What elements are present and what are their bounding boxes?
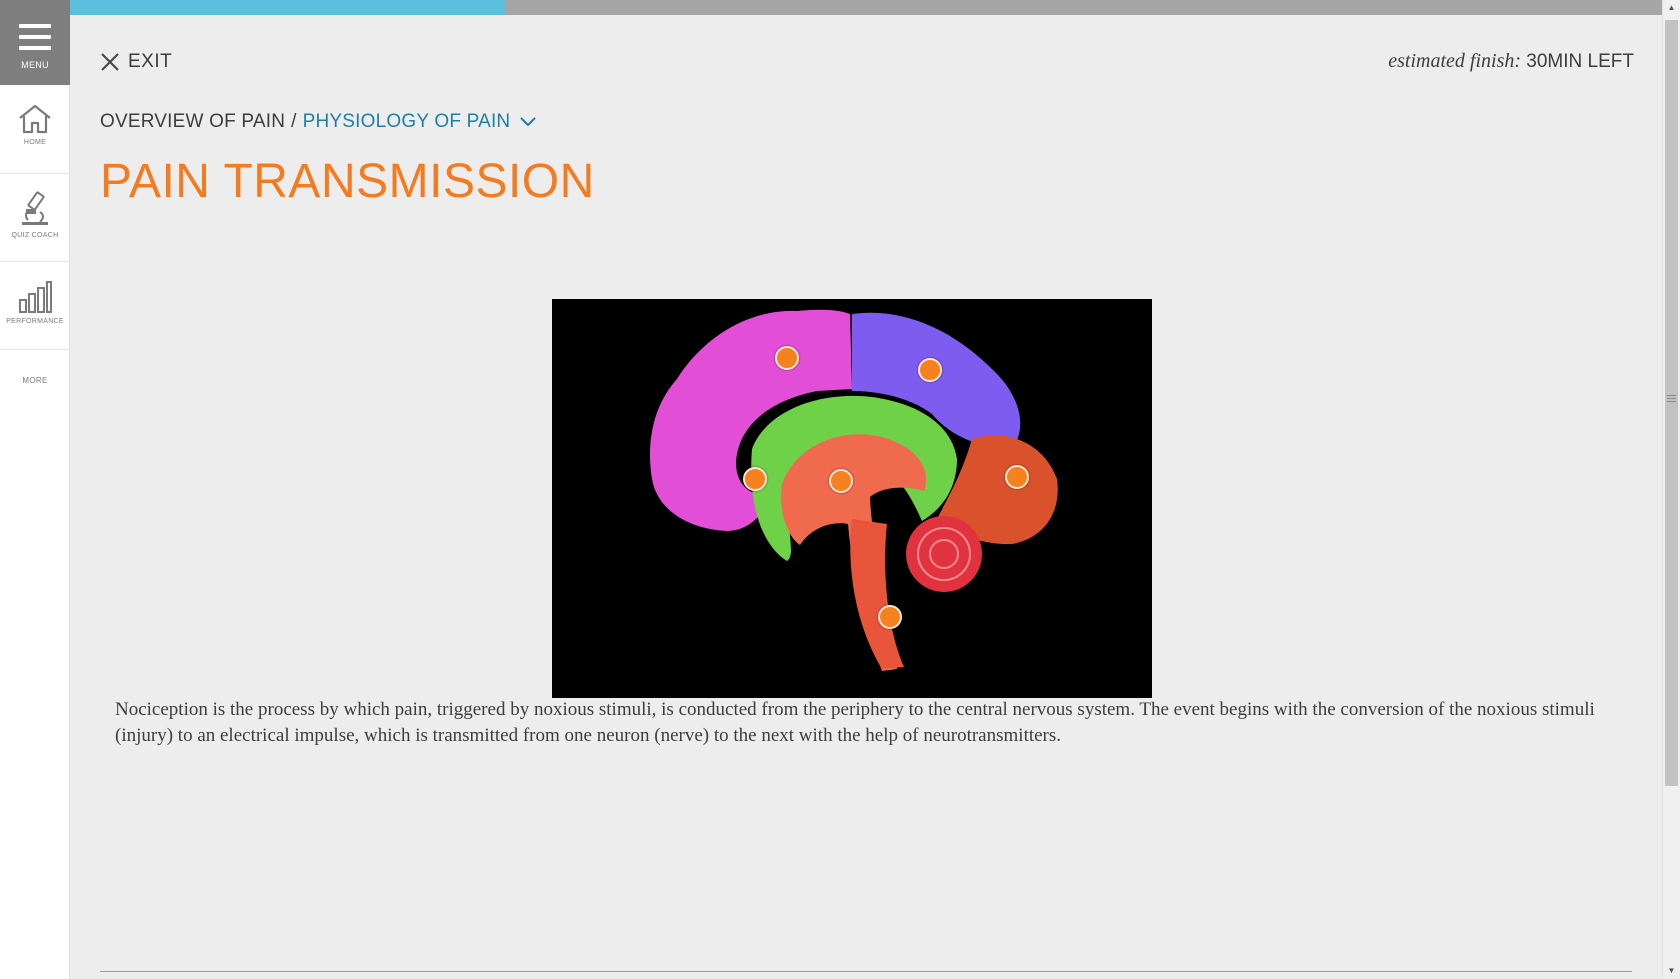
menu-button[interactable]: MENU [0,0,70,85]
hotspot-brainstem[interactable] [878,605,902,629]
breadcrumb-current[interactable]: PHYSIOLOGY OF PAIN [303,111,511,133]
microscope-icon [22,191,48,225]
divider [100,971,1632,972]
sidebar-item-label: HOME [23,139,47,146]
sidebar-item-label: MORE [22,376,48,385]
sidebar-item-label: PERFORMANCE [6,318,64,325]
exit-label: EXIT [128,51,173,72]
scroll-up-arrow-icon[interactable]: ▲ [1663,0,1680,16]
scrollbar[interactable]: ▲ ▼ [1662,0,1680,979]
sidebar-item-home[interactable]: HOME [0,85,70,174]
estimated-finish: estimated finish: 30MIN LEFT [1388,50,1634,73]
page-title: PAIN TRANSMISSION [100,155,595,208]
chevron-down-icon[interactable] [520,117,537,127]
hotspot-limbic[interactable] [743,467,767,491]
brain-figure [552,299,1152,698]
close-icon [101,53,119,71]
hotspot-frontal[interactable] [775,346,799,370]
exit-button[interactable]: EXIT [100,50,172,74]
scroll-down-arrow-icon[interactable]: ▼ [1663,963,1680,979]
menu-label: MENU [21,60,49,70]
progress-fill [70,0,505,15]
breadcrumb: OVERVIEW OF PAIN / PHYSIOLOGY OF PAIN [100,111,537,133]
body-paragraph: Nociception is the process by which pain… [115,699,1595,746]
breadcrumb-parent[interactable]: OVERVIEW OF PAIN [100,111,285,133]
sidebar-item-quiz-coach[interactable]: QUIZ COACH [0,174,70,262]
bar-chart-icon [19,281,52,313]
hotspot-thalamus[interactable] [829,469,853,493]
sidebar-item-more[interactable]: MORE [0,350,70,398]
home-icon [19,104,51,134]
sidebar: MENU HOME QUIZ COACH PERFORMANCE MORE [0,0,70,979]
grip-icon [1667,395,1676,404]
sidebar-item-performance[interactable]: PERFORMANCE [0,262,70,350]
hamburger-icon [19,24,51,50]
scroll-thumb[interactable] [1665,20,1678,786]
brain-illustration [552,299,1152,698]
sidebar-item-label: QUIZ COACH [11,232,59,239]
hotspot-parietal[interactable] [918,358,942,382]
hotspot-occipital[interactable] [1005,465,1029,489]
breadcrumb-separator: / [291,111,297,132]
estimated-finish-value: 30MIN LEFT [1526,51,1634,72]
progress-bar [70,0,1662,15]
estimated-finish-prefix: estimated finish: [1388,50,1522,72]
